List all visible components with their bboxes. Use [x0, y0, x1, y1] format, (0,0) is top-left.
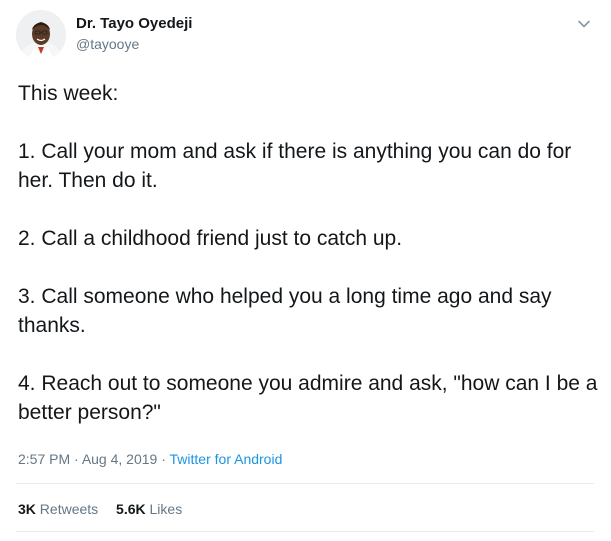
chevron-down-icon[interactable] [577, 17, 591, 31]
tweet-date[interactable]: Aug 4, 2019 [82, 451, 158, 467]
tweet-metadata: 2:57 PM · Aug 4, 2019 · Twitter for Andr… [18, 450, 282, 468]
tweet-paragraph: 2. Call a childhood friend just to catch… [18, 227, 403, 250]
tweet-time[interactable]: 2:57 PM [18, 451, 70, 467]
previous-context-cut [0, 0, 611, 6]
tweet-paragraph: 1. Call your mom and ask if there is any… [18, 140, 572, 192]
tweet-paragraph: 4. Reach out to someone you admire and a… [18, 372, 598, 424]
author-block[interactable]: Dr. Tayo Oyedeji @tayooye [76, 14, 192, 54]
retweets-stat[interactable]: 3K Retweets [18, 501, 98, 517]
likes-stat[interactable]: 5.6K Likes [116, 501, 182, 517]
tweet-source-link[interactable]: Twitter for Android [170, 451, 283, 467]
tweet-card: Dr. Tayo Oyedeji @tayooye This week: 1. … [0, 0, 611, 541]
avatar-image [16, 10, 66, 60]
meta-separator: · [157, 451, 170, 467]
tweet-paragraph: This week: [18, 82, 119, 105]
tweet-paragraph: 3. Call someone who helped you a long ti… [18, 285, 552, 337]
author-handle[interactable]: @tayooye [76, 34, 192, 54]
tweet-stats: 3K Retweets 5.6K Likes [18, 500, 196, 518]
likes-label: Likes [149, 501, 183, 517]
retweets-label: Retweets [39, 501, 99, 517]
avatar[interactable] [16, 10, 66, 60]
divider [16, 531, 594, 532]
meta-separator: · [70, 451, 82, 467]
tweet-text: This week: 1. Call your mom and ask if t… [18, 79, 598, 427]
likes-count: 5.6K [116, 501, 146, 517]
divider [16, 483, 594, 484]
retweets-count: 3K [18, 501, 36, 517]
author-display-name[interactable]: Dr. Tayo Oyedeji [76, 14, 192, 34]
